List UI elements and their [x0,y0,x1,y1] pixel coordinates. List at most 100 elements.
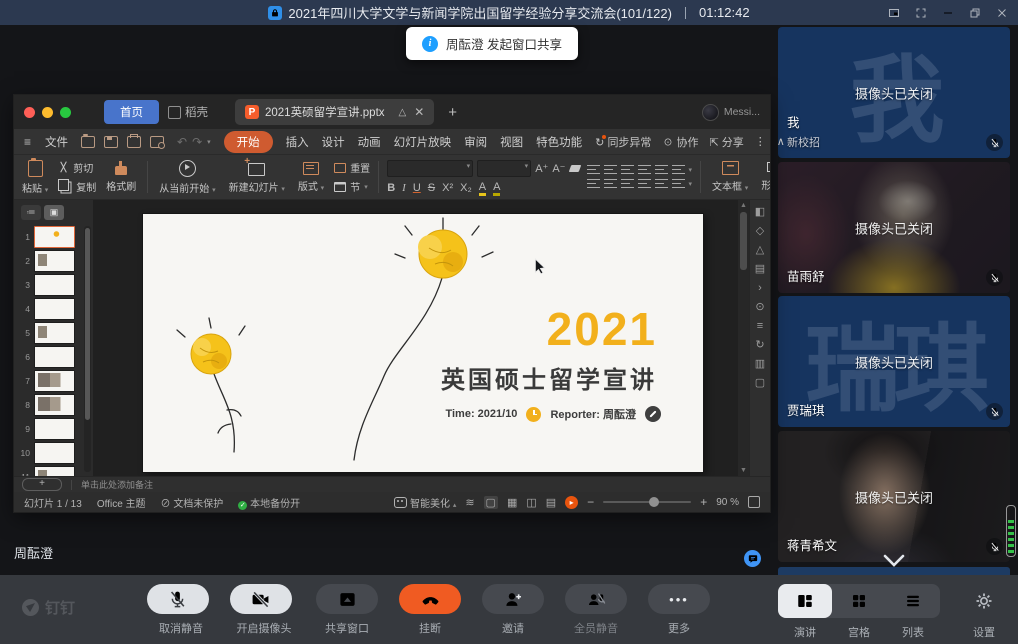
align-left-icon[interactable] [587,179,600,189]
subscript-button[interactable]: X₂ [460,182,472,194]
align-text-icon[interactable] [672,165,685,175]
effects-icon[interactable]: △ [756,245,764,256]
history-icon[interactable]: ↻ [755,340,764,351]
backup-status[interactable]: ✓ 本地备份开 [238,495,300,510]
slideshow-play-icon[interactable]: ▸ [565,496,578,509]
bold-button[interactable]: B [387,182,395,194]
mute-all-button[interactable]: 全员静音 [565,584,627,636]
smart-beautify-button[interactable]: 智能美化 ▴ [394,495,456,510]
strikethrough-button[interactable]: S [428,182,435,194]
share-window-button[interactable]: 共享窗口 [316,584,378,636]
fullscreen-icon[interactable] [915,7,927,19]
menu-start[interactable]: 开始 [224,131,273,153]
add-notes-button[interactable]: + [22,478,62,491]
slide-canvas[interactable]: 2021 英国硕士留学宣讲 Time: 2021/10 Reporter: 周酝… [93,200,749,476]
bullet-list-icon[interactable] [587,165,600,175]
tab-document[interactable]: P 2021英硕留学宣讲.pptx △ ✕ [235,99,434,125]
font-name-select[interactable] [387,160,473,177]
wps-account[interactable]: Messi... [702,104,760,121]
grid-view-button[interactable] [832,584,886,618]
text-direction-icon[interactable] [655,165,668,175]
copy-button[interactable]: 复制 [58,179,96,194]
hang-up-button[interactable]: 挂断 [399,584,461,636]
scrollbar-thumb[interactable] [740,212,747,270]
normal-view-icon[interactable]: ▢ [484,496,498,509]
collaborate-button[interactable]: ☉ 协作 [662,134,698,150]
underline-button[interactable]: U [413,182,421,194]
slide-thumbnail[interactable]: 3 [19,274,91,296]
play-from-current-button[interactable]: 从当前开始 ▾ [156,157,218,197]
font-color-button[interactable]: A [493,181,500,195]
menu-animation[interactable]: 动画 [358,134,381,150]
undo-icon[interactable]: ↶ [177,135,187,149]
decrease-indent-icon[interactable] [621,165,634,175]
selection-pane-icon[interactable]: ◧ [755,207,765,218]
participant-tile[interactable]: 摄像头已关闭 蒋青希文 [778,431,1010,562]
list-view-button[interactable] [886,584,940,618]
participant-tile-self[interactable]: 我 摄像头已关闭 我新校招 [778,27,1010,158]
slide-thumbnail[interactable]: 10 [19,442,91,464]
theme-name[interactable]: Office 主题 [97,495,146,510]
dropdown-caret-icon[interactable]: ▾ [207,138,211,146]
chat-bubble-icon[interactable] [744,550,761,567]
paste-button[interactable]: 粘贴 ▾ [19,157,51,197]
pop-out-icon[interactable] [888,7,900,19]
menu-slideshow[interactable]: 幻灯片放映 [394,134,452,150]
menu-review[interactable]: 审阅 [464,134,487,150]
thumbnail-scrollbar[interactable] [84,226,91,472]
highlight-color-button[interactable]: A [479,181,486,195]
menu-design[interactable]: 设计 [322,134,345,150]
tab-close-icon[interactable]: ✕ [414,105,424,119]
redo-icon[interactable]: ↷ [192,135,202,149]
print-icon[interactable] [127,136,141,148]
format-painter-button[interactable]: 格式刷 [103,157,139,197]
layout-button[interactable]: 版式 ▾ [295,157,327,197]
minimize-icon[interactable] [942,7,954,19]
menu-special-features[interactable]: 特色功能 [536,134,582,150]
reset-button[interactable]: 重置 [334,160,370,175]
participant-tile[interactable]: 摄像头已关闭 苗雨舒 [778,162,1010,293]
mac-minimize-icon[interactable] [42,107,53,118]
print-preview-icon[interactable] [150,136,164,148]
menu-insert[interactable]: 插入 [286,134,309,150]
align-right-icon[interactable] [621,179,634,189]
participants-scrollbar[interactable] [1006,505,1016,557]
slide-thumbnail[interactable]: 8 [19,394,91,416]
notes-toggle-icon[interactable]: ≋ [465,496,474,509]
scroll-down-icon[interactable]: ▼ [740,467,747,474]
settings-button[interactable]: 设置 [964,584,1004,640]
font-size-select[interactable] [477,160,531,177]
tab-docer[interactable]: 稻壳 [159,100,217,124]
share-button[interactable]: ⇱ 分享 [710,134,744,150]
shape-tool-icon[interactable]: ◇ [756,226,764,237]
slide-thumbnail[interactable]: 1 [19,226,91,248]
italic-button[interactable]: I [402,182,406,194]
menu-view[interactable]: 视图 [500,134,523,150]
hamburger-icon[interactable]: ≡ [24,135,32,149]
adjust-icon[interactable]: ≡ [757,321,763,332]
font-shrink-button[interactable]: A⁻ [552,162,565,175]
unmute-button[interactable]: 取消静音 [150,584,212,636]
align-center-icon[interactable] [604,179,617,189]
slide-thumbnail[interactable]: 2 [19,250,91,272]
mac-close-icon[interactable] [24,107,35,118]
chart-icon[interactable]: ▤ [755,264,765,275]
resource-icon[interactable]: ▢ [755,378,765,389]
invite-button[interactable]: 邀请 [482,584,544,636]
slide-thumbnail[interactable]: 5 [19,322,91,344]
protection-status[interactable]: ⊘ 文档未保护 [161,495,224,510]
thumbnail-view-icon[interactable]: ▣ [44,205,64,220]
slide-thumbnail[interactable]: 4 [19,298,91,320]
superscript-button[interactable]: X² [442,182,453,194]
maximize-icon[interactable] [969,7,981,19]
distribute-icon[interactable] [655,179,668,189]
properties-icon[interactable]: ⊙ [755,302,764,313]
scroll-more-chevron-icon[interactable] [881,554,907,568]
fit-slide-icon[interactable] [748,496,760,508]
slide-thumbnail[interactable]: 11 [19,466,91,476]
new-tab-icon[interactable]: + [448,104,457,121]
slide-1[interactable]: 2021 英国硕士留学宣讲 Time: 2021/10 Reporter: 周酝… [143,214,703,472]
more-button[interactable]: ••• 更多 [648,584,710,636]
zoom-in-icon[interactable]: + [700,495,707,509]
image-pane-icon[interactable]: ▥ [755,359,765,370]
